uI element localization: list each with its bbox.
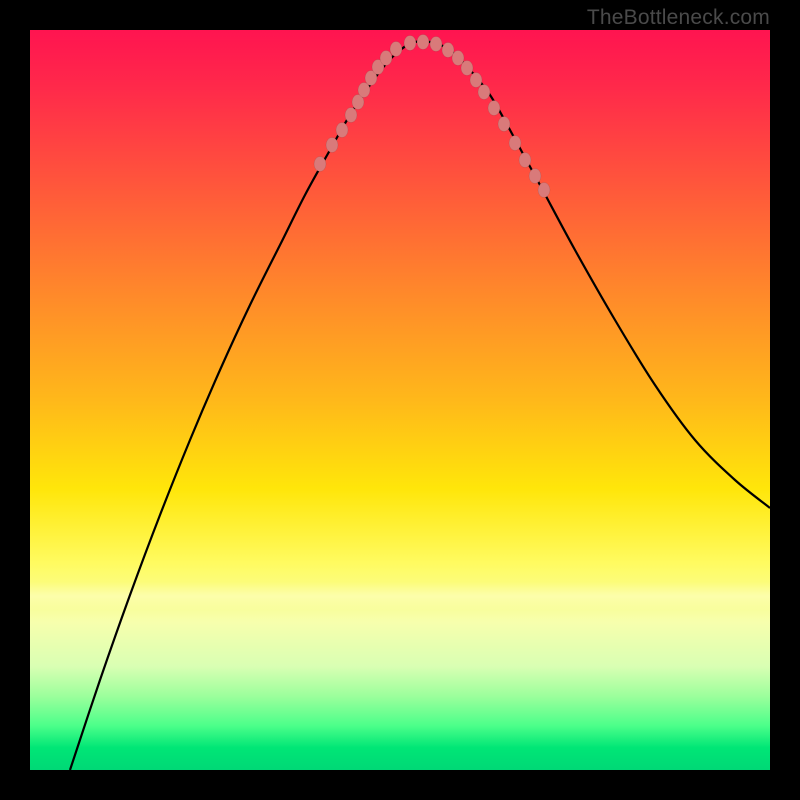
gradient-plot-area [30, 30, 770, 770]
curve-marker [380, 51, 392, 66]
marker-group [314, 35, 550, 198]
curve-marker [529, 169, 541, 184]
curve-marker [314, 157, 326, 172]
outer-black-frame: TheBottleneck.com [0, 0, 800, 800]
watermark-text: TheBottleneck.com [587, 6, 770, 30]
curve-marker [470, 73, 482, 88]
curve-marker [417, 35, 429, 50]
curve-marker [461, 61, 473, 76]
curve-marker [390, 42, 402, 57]
curve-marker [326, 138, 338, 153]
curve-marker [404, 36, 416, 51]
curve-marker [478, 85, 490, 100]
curve-marker [498, 117, 510, 132]
curve-marker [519, 153, 531, 168]
curve-marker [336, 123, 348, 138]
curve-marker [538, 183, 550, 198]
bottleneck-curve [70, 41, 770, 770]
curve-marker [509, 136, 521, 151]
curve-svg [30, 30, 770, 770]
curve-marker [488, 101, 500, 116]
curve-marker [430, 37, 442, 52]
curve-marker [345, 108, 357, 123]
